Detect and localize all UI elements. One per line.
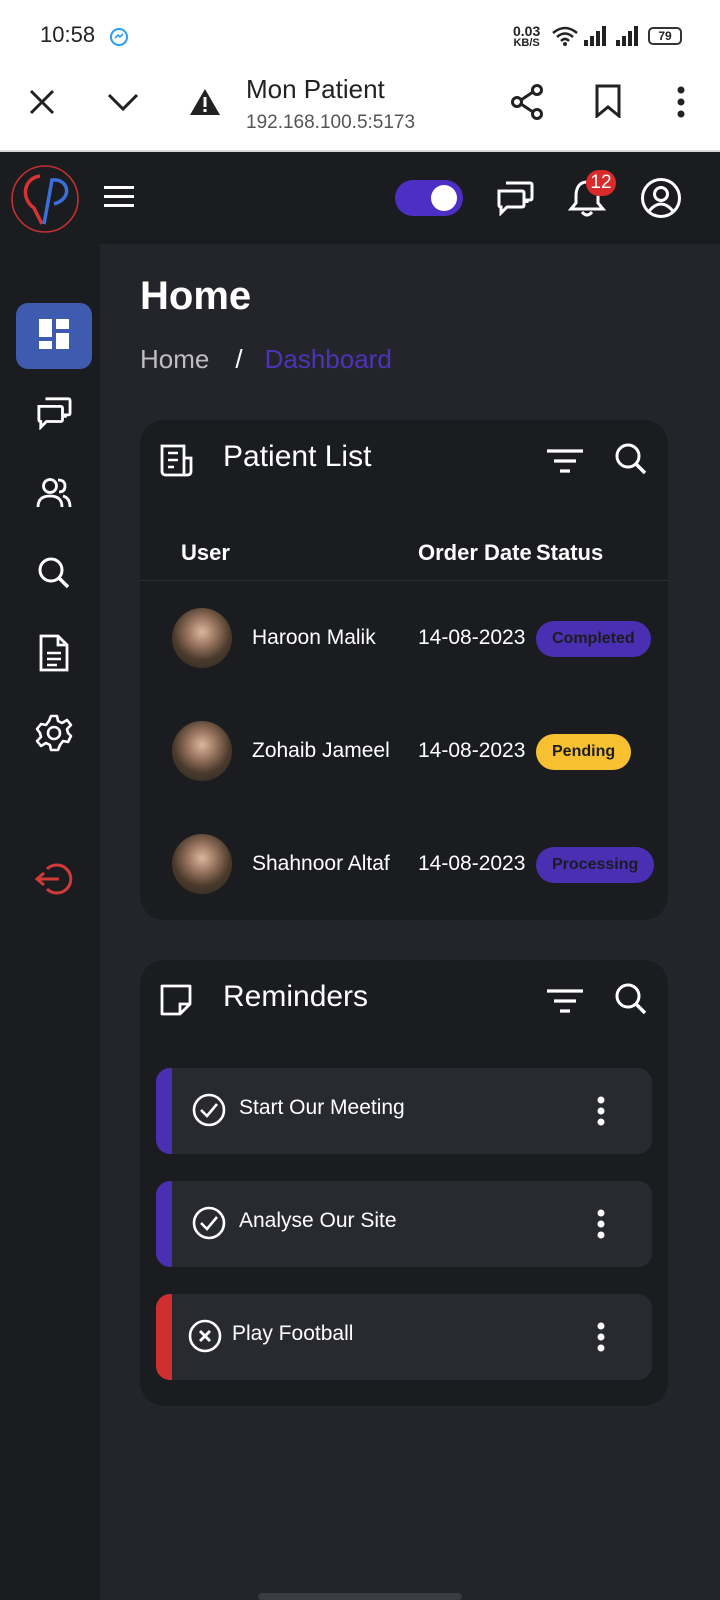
table-row[interactable]: Shahnoor Altaf 14-08-2023 Processing — [140, 814, 668, 924]
reminders-card: Reminders Start Our Meeting Analyse Our … — [140, 960, 668, 1406]
newspaper-icon — [160, 444, 194, 483]
share-icon[interactable] — [510, 84, 544, 125]
close-icon[interactable] — [28, 88, 56, 121]
notification-badge: 12 — [586, 170, 616, 196]
search-icon[interactable] — [614, 442, 648, 481]
sidebar-item-dashboard[interactable] — [16, 303, 92, 369]
chat-icon — [36, 396, 72, 435]
account-icon[interactable] — [640, 177, 682, 224]
more-vertical-icon[interactable] — [596, 1209, 606, 1244]
users-icon — [36, 476, 72, 515]
site-title: Mon Patient — [246, 74, 385, 104]
sidebar-item-documents[interactable] — [16, 622, 92, 688]
sidebar-item-logout[interactable] — [16, 848, 92, 914]
column-header-status: Status — [536, 540, 604, 565]
more-vertical-icon[interactable] — [596, 1322, 606, 1357]
search-icon — [37, 556, 71, 595]
patient-name: Shahnoor Altaf — [252, 852, 390, 875]
reminders-header: Reminders — [140, 960, 668, 1040]
home-indicator[interactable] — [258, 1593, 462, 1600]
check-circle-icon[interactable] — [192, 1206, 226, 1245]
table-row[interactable]: Zohaib Jameel 14-08-2023 Pending — [140, 701, 668, 811]
sidebar-item-users[interactable] — [16, 462, 92, 528]
bookmark-icon[interactable] — [594, 84, 622, 123]
reminder-text: Play Football — [232, 1322, 354, 1345]
battery-indicator: 79 — [648, 27, 682, 45]
reminder-text: Analyse Our Site — [239, 1209, 397, 1232]
reminder-accent-bar — [156, 1068, 172, 1154]
wifi-icon — [552, 26, 578, 51]
chat-icon[interactable] — [496, 180, 534, 221]
network-speed-value: 0.03 — [513, 23, 541, 39]
cancel-circle-icon[interactable] — [188, 1319, 222, 1358]
check-circle-icon[interactable] — [192, 1093, 226, 1132]
theme-toggle[interactable] — [395, 180, 463, 216]
table-row[interactable]: Haroon Malik 14-08-2023 Completed — [140, 588, 668, 698]
page-title: Home — [140, 274, 252, 318]
order-date: 14-08-2023 — [418, 739, 526, 762]
status-bar: 10:58 0.03 KB/S 79 — [0, 0, 720, 66]
order-date: 14-08-2023 — [418, 852, 526, 875]
status-time: 10:58 — [40, 22, 96, 47]
more-vertical-icon[interactable] — [676, 86, 686, 123]
breadcrumb: Home / Dashboard — [140, 344, 392, 375]
order-date: 14-08-2023 — [418, 626, 526, 649]
breadcrumb-home[interactable]: Home — [140, 344, 209, 374]
reminder-accent-bar — [156, 1181, 172, 1267]
patient-name: Haroon Malik — [252, 626, 376, 649]
patient-list-card: Patient List User Order Date Status Haro… — [140, 420, 668, 920]
reminders-title: Reminders — [223, 980, 369, 1013]
more-vertical-icon[interactable] — [596, 1096, 606, 1131]
dashboard-icon — [37, 317, 71, 356]
network-speed: 0.03 KB/S — [513, 24, 540, 49]
patient-list-header: Patient List — [140, 420, 668, 500]
sidebar-item-settings[interactable] — [16, 702, 92, 768]
reminder-accent-bar — [156, 1294, 172, 1380]
column-header-order-date: Order Date — [418, 540, 532, 565]
toggle-knob — [431, 185, 457, 211]
search-icon[interactable] — [614, 982, 648, 1021]
breadcrumb-current[interactable]: Dashboard — [265, 344, 392, 374]
settings-icon — [35, 714, 73, 757]
signal-icon-2 — [616, 26, 640, 51]
table-divider — [140, 580, 668, 581]
reminder-item[interactable]: Start Our Meeting — [156, 1068, 652, 1154]
avatar — [172, 834, 232, 894]
messenger-icon — [110, 28, 128, 51]
signal-icon — [584, 26, 608, 51]
sticky-note-icon — [160, 984, 192, 1021]
chevron-down-icon[interactable] — [106, 92, 140, 117]
sidebar-item-search[interactable] — [16, 542, 92, 608]
network-speed-unit: KB/S — [513, 37, 540, 49]
site-url[interactable]: 192.168.100.5:5173 — [246, 112, 415, 134]
menu-icon[interactable] — [102, 182, 136, 212]
patient-name: Zohaib Jameel — [252, 739, 390, 762]
reminder-item[interactable]: Play Football — [156, 1294, 652, 1380]
app-topbar: 12 — [0, 152, 720, 244]
breadcrumb-separator: / — [235, 344, 243, 374]
column-header-user: User — [181, 540, 230, 565]
patient-list-title: Patient List — [223, 440, 372, 473]
logout-icon — [34, 862, 73, 901]
app-logo[interactable] — [10, 164, 80, 234]
avatar — [172, 608, 232, 668]
avatar — [172, 721, 232, 781]
status-badge: Completed — [536, 621, 651, 657]
sidebar-item-chat[interactable] — [16, 382, 92, 448]
filter-icon[interactable] — [546, 988, 584, 1019]
browser-toolbar: Mon Patient 192.168.100.5:5173 — [0, 66, 720, 152]
filter-icon[interactable] — [546, 448, 584, 479]
status-badge: Processing — [536, 847, 655, 883]
sidebar — [0, 244, 100, 1600]
reminder-item[interactable]: Analyse Our Site — [156, 1181, 652, 1267]
status-badge: Pending — [536, 734, 632, 770]
reminder-text: Start Our Meeting — [239, 1096, 405, 1119]
warning-icon[interactable] — [189, 88, 221, 121]
document-icon — [39, 634, 69, 677]
